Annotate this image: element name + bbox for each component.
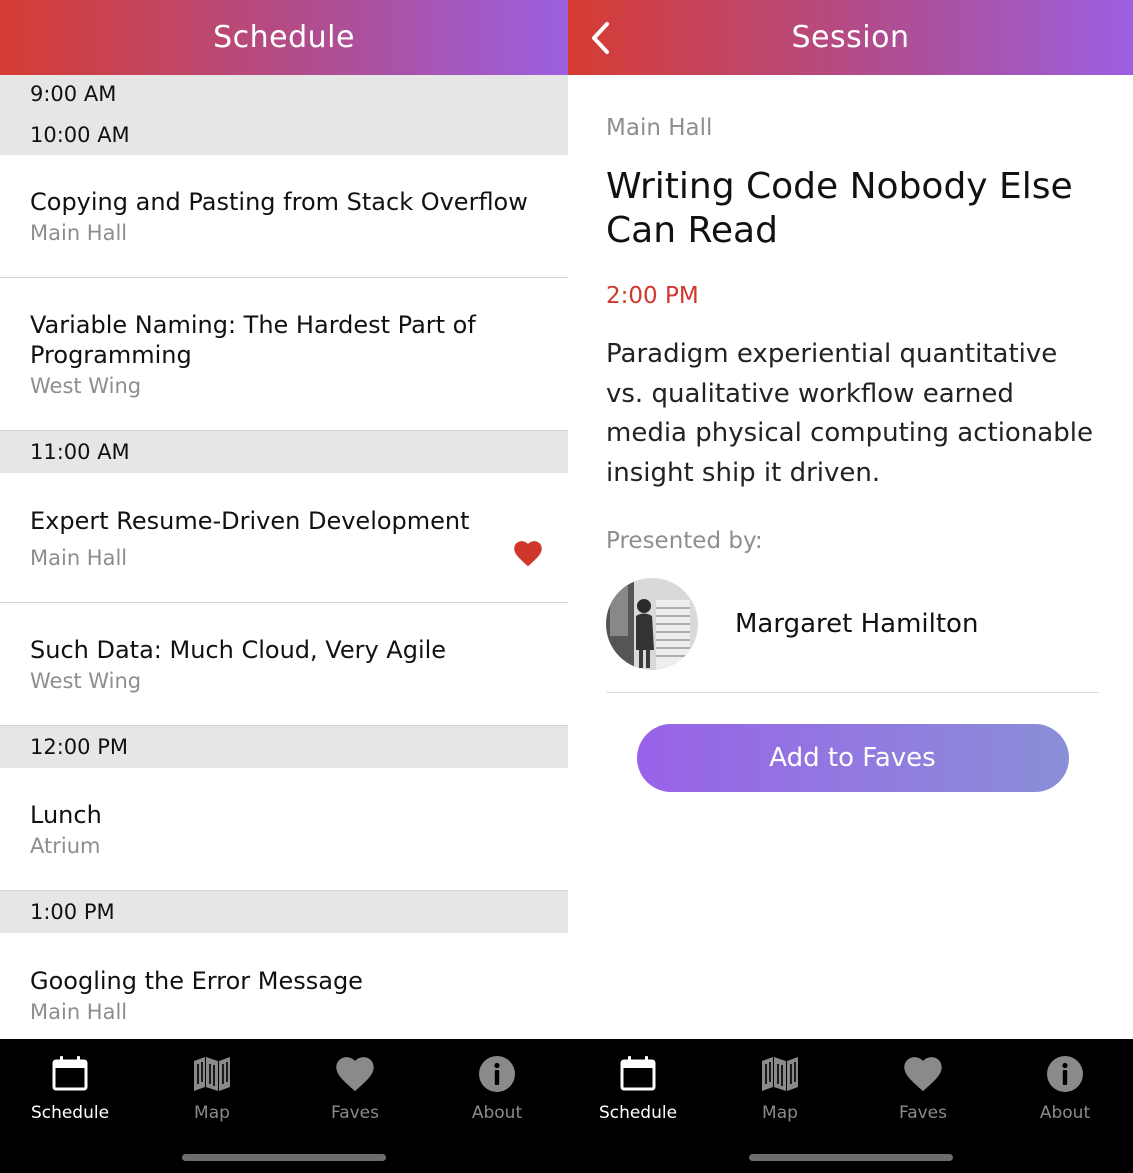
chevron-left-icon [592, 22, 609, 54]
session-room: West Wing [30, 374, 142, 398]
tab-label: Faves [330, 1103, 379, 1123]
schedule-screen: Schedule 9:00 AM 10:00 AM Copying and Pa… [0, 0, 568, 1173]
time-section-header: 9:00 AM 10:00 AM [0, 75, 568, 155]
back-button[interactable] [580, 18, 620, 58]
presented-by-label: Presented by: [606, 528, 763, 554]
tab-label: Map [194, 1103, 230, 1123]
tab-label: Faves [898, 1103, 947, 1123]
map-icon [191, 1053, 233, 1095]
tab-about[interactable]: About [437, 1053, 557, 1123]
schedule-screen-title: Schedule [213, 20, 355, 55]
tab-label: About [471, 1103, 523, 1123]
tab-schedule[interactable]: Schedule [578, 1053, 698, 1123]
session-title: Writing Code Nobody Else Can Read [606, 166, 1073, 251]
session-room: West Wing [30, 669, 142, 693]
speaker-avatar [606, 578, 698, 670]
time-label: 11:00 AM [30, 439, 130, 464]
tab-bar: Schedule Map Faves About [568, 1039, 1133, 1173]
session-time: 2:00 PM [606, 283, 699, 309]
session-screen-title: Session [791, 20, 910, 55]
info-icon [1044, 1053, 1086, 1095]
session-room: Main Hall [30, 999, 128, 1024]
session-room: Atrium [30, 834, 101, 858]
map-icon [759, 1053, 801, 1095]
tab-label: Schedule [30, 1103, 110, 1123]
session-title: Variable Naming: The Hardest Part of Pro… [30, 311, 476, 369]
session-room: Main Hall [606, 115, 713, 141]
session-row[interactable]: Such Data: Much Cloud, Very Agile West W… [0, 603, 568, 726]
info-icon [476, 1053, 518, 1095]
time-label: 1:00 PM [30, 899, 115, 924]
home-indicator[interactable] [182, 1154, 386, 1161]
time-label: 10:00 AM [30, 123, 130, 147]
session-row[interactable]: Copying and Pasting from Stack Overflow … [0, 155, 568, 278]
tab-label: About [1039, 1103, 1091, 1123]
session-title: Googling the Error Message [30, 966, 363, 995]
session-room: Main Hall [30, 221, 128, 245]
tab-about[interactable]: About [1005, 1053, 1125, 1123]
schedule-navbar: Schedule [0, 0, 568, 75]
session-screen: Session Main Hall Writing Code Nobody El… [568, 0, 1133, 1173]
calendar-icon [49, 1053, 91, 1095]
calendar-icon [617, 1053, 659, 1095]
speaker-name: Margaret Hamilton [735, 609, 979, 639]
session-row[interactable]: Expert Resume-Driven Development Main Ha… [0, 473, 568, 603]
tab-schedule[interactable]: Schedule [10, 1053, 130, 1123]
session-title: Expert Resume-Driven Development [30, 506, 470, 535]
heart-icon [334, 1053, 376, 1095]
session-room: Main Hall [30, 545, 128, 570]
session-navbar: Session [568, 0, 1133, 75]
time-section-header: 12:00 PM [0, 726, 568, 768]
session-title: Such Data: Much Cloud, Very Agile [30, 636, 447, 664]
tab-map[interactable]: Map [720, 1053, 840, 1123]
tab-faves[interactable]: Faves [863, 1053, 983, 1123]
tab-label: Schedule [598, 1103, 678, 1123]
time-label: 9:00 AM [30, 82, 117, 106]
heart-icon[interactable] [514, 541, 542, 567]
session-row[interactable]: Googling the Error Message Main Hall [0, 933, 568, 1039]
session-description: Paradigm experiential quantitative vs. q… [606, 339, 1093, 488]
schedule-list[interactable]: 9:00 AM 10:00 AM Copying and Pasting fro… [0, 75, 568, 1039]
session-row[interactable]: Lunch Atrium [0, 768, 568, 891]
tab-map[interactable]: Map [152, 1053, 272, 1123]
add-to-faves-button[interactable]: Add to Faves [636, 724, 1069, 792]
home-indicator[interactable] [748, 1154, 953, 1161]
tab-label: Map [762, 1103, 798, 1123]
heart-icon [902, 1053, 944, 1095]
session-title: Copying and Pasting from Stack Overflow [30, 188, 528, 216]
tab-faves[interactable]: Faves [295, 1053, 415, 1123]
time-section-header: 11:00 AM [0, 431, 568, 473]
session-title: Lunch [30, 801, 102, 829]
tab-bar: Schedule Map Faves About [0, 1039, 568, 1173]
speaker-row[interactable]: Margaret Hamilton [606, 578, 1099, 693]
session-detail: Main Hall Writing Code Nobody Else Can R… [606, 75, 1099, 792]
time-section-header: 1:00 PM [0, 891, 568, 933]
session-row[interactable]: Variable Naming: The Hardest Part of Pro… [0, 278, 568, 431]
time-label: 12:00 PM [30, 734, 128, 759]
